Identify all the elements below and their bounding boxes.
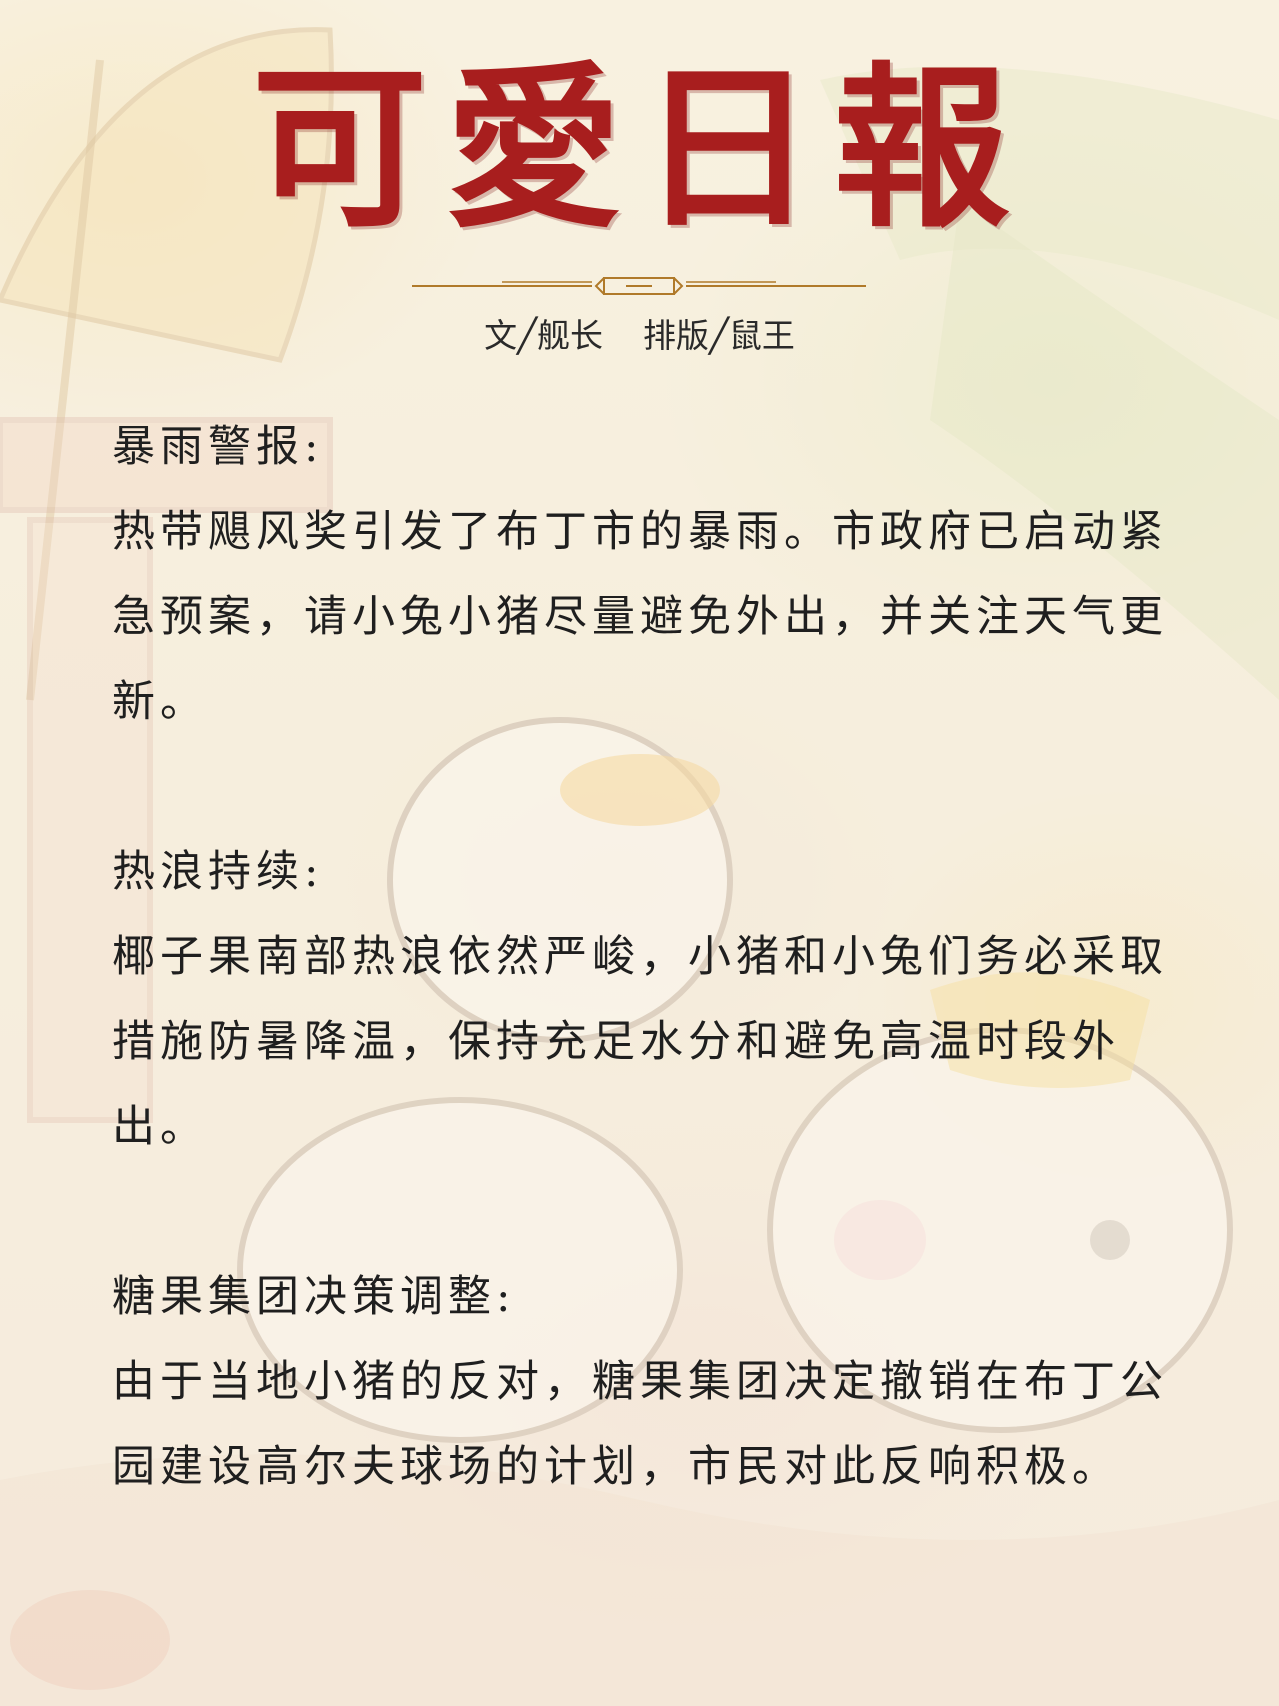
news-section-candy-group: 糖果集团决策调整: 由于当地小猪的反对，糖果集团决定撤销在布丁公园建设高尔夫球场… [112,1255,1182,1510]
section-text: 椰子果南部热浪依然严峻，小猪和小兔们务必采取措施防暑降温，保持充足水分和避免高温… [112,932,1168,1152]
article-body: 暴雨警报: 热带飓风奖引发了布丁市的暴雨。市政府已启动紧急预案，请小兔小猪尽量避… [112,405,1182,1510]
section-heading: 热浪持续: [112,847,324,897]
author-credit: 文╱舰长 [484,316,603,355]
byline: 文╱舰长 排版╱鼠王 [0,310,1279,362]
news-section-heatwave: 热浪持续: 椰子果南部热浪依然严峻，小猪和小兔们务必采取措施防暑降温，保持充足水… [112,830,1182,1170]
section-heading: 暴雨警报: [112,422,324,472]
section-heading: 糖果集团决策调整: [112,1272,516,1322]
section-text: 由于当地小猪的反对，糖果集团决定撤销在布丁公园建设高尔夫球场的计划，市民对此反响… [112,1357,1168,1492]
news-section-rainstorm: 暴雨警报: 热带飓风奖引发了布丁市的暴雨。市政府已启动紧急预案，请小兔小猪尽量避… [112,405,1182,745]
masthead: 可愛日報 [0,62,1279,238]
layout-credit: 排版╱鼠王 [643,316,795,355]
ornamental-divider [412,277,866,295]
page-title: 可愛日報 [251,47,1028,252]
section-text: 热带飓风奖引发了布丁市的暴雨。市政府已启动紧急预案，请小兔小猪尽量避免外出，并关… [112,507,1168,727]
